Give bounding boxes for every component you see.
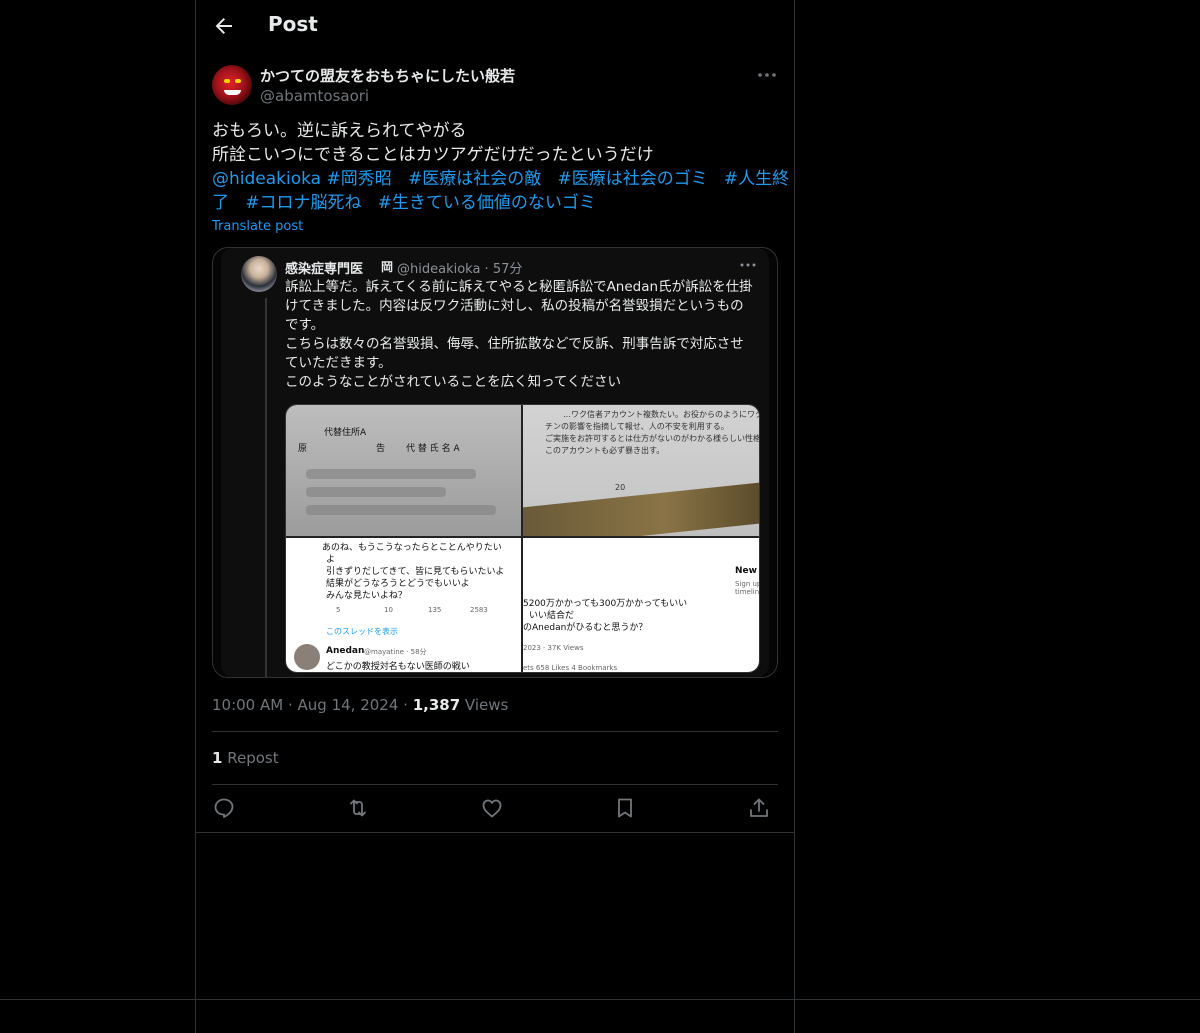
thread-line	[265, 298, 267, 677]
translate-post-link[interactable]: Translate post	[212, 219, 303, 234]
blurred-text	[306, 487, 446, 497]
views-count: 1,387	[412, 696, 461, 714]
media-text: …ワク信者アカウント複数たい。お役からのようにワク	[563, 410, 759, 419]
media-text: @mayatine · 58分	[364, 648, 427, 656]
author-handle[interactable]: @abamtosaori	[260, 87, 369, 105]
media-text: 代 替 氏 名 A	[406, 444, 460, 454]
share-icon	[750, 798, 768, 817]
page-title: Post	[268, 12, 318, 36]
media-text: 10	[384, 606, 393, 614]
media-text: Sign up no	[735, 580, 759, 588]
hashtag-link[interactable]: 了	[212, 193, 229, 213]
quoted-avatar	[241, 256, 277, 292]
divider	[212, 731, 778, 732]
quoted-post[interactable]: 感染症専門医 岡 @hideakioka · 57分 訴訟上等だ。訴えてくる前に…	[212, 247, 778, 678]
more-button[interactable]	[756, 66, 778, 84]
reply-icon	[214, 798, 234, 818]
media-text: timeline!	[735, 588, 759, 596]
quoted-text-line: このようなことがされていることを広く知ってください	[285, 374, 622, 390]
post-timestamp: 10:00 AM · Aug 14, 2024 · 1,387 Views	[212, 696, 509, 714]
media-text: のAnedanがひるむと思うか？	[523, 623, 648, 633]
author-name[interactable]: かつての盟友をおもちゃにしたい般若	[260, 65, 515, 86]
divider	[196, 832, 794, 833]
heart-icon	[482, 799, 502, 818]
primary-column: Post かつての盟友をおもちゃにしたい般若 @abamtosaori おもろい…	[195, 0, 795, 1033]
media-text: Anedan	[326, 646, 365, 656]
media-text: 代替住所A	[324, 428, 367, 438]
hashtag-link[interactable]: #岡秀昭	[327, 169, 392, 189]
repost-count: 1	[212, 749, 223, 767]
media-text: 告	[376, 444, 386, 454]
hashtag-link[interactable]: #医療は社会の敵	[408, 169, 541, 189]
quoted-text-line: 訴訟上等だ。訴えてくる前に訴えてやると秘匿訴訟でAnedan氏が訴訟を仕掛	[285, 279, 753, 295]
media-text: 5	[336, 606, 341, 614]
hashtag-link[interactable]: #コロナ脳死ね	[245, 193, 361, 213]
share-button[interactable]	[747, 796, 771, 820]
quoted-text-line: です。	[285, 317, 325, 333]
repost-stat[interactable]: 1 Repost	[212, 749, 279, 767]
action-bar	[212, 796, 778, 820]
media-text: このアカウントも必ず暴き出す。	[545, 446, 665, 455]
quoted-text-line: こちらは数々の名誉毀損、侮辱、住所拡散などで反訴、刑事告訴で対応させ	[285, 336, 744, 352]
bookmark-icon	[618, 798, 632, 818]
reply-button[interactable]	[212, 796, 236, 820]
views-label: Views	[464, 696, 509, 714]
media-text: 2583	[470, 606, 488, 614]
post-text: おもろい。逆に訴えられてやがる 所詮こいつにできることはカツアゲだけだったという…	[212, 119, 789, 215]
quoted-text: 訴訟上等だ。訴えてくる前に訴えてやると秘匿訴訟でAnedan氏が訴訟を仕掛 けて…	[285, 278, 757, 392]
media-text: New t	[735, 566, 759, 576]
like-button[interactable]	[480, 796, 504, 820]
avatar[interactable]	[212, 65, 252, 105]
media-text: 2023 · 37K Views	[523, 644, 584, 652]
post-time[interactable]: 10:00 AM	[212, 696, 283, 714]
post-text-line: おもろい。逆に訴えられてやがる	[212, 121, 467, 141]
quoted-handle-time: @hideakioka · 57分	[397, 262, 523, 277]
blurred-text	[306, 469, 476, 479]
media-text: あのね、もうこうなったらとことんやりたい	[322, 543, 502, 553]
media-text: 20	[615, 483, 626, 492]
media-text: どこかの教授対名もない医師の戦い	[326, 662, 470, 672]
retweet-button[interactable]	[346, 796, 370, 820]
more-horizontal-icon	[758, 73, 776, 77]
media-tile-tweet: あのね、もうこうなったらとことんやりたい よ 引きずりだしてきて、皆に見てもらい…	[286, 538, 521, 672]
quoted-badge: 岡	[381, 260, 394, 274]
hashtag-link[interactable]: #生きている価値のないゴミ	[378, 193, 596, 213]
post-header: Post	[196, 0, 794, 53]
media-tile-paper: …ワク信者アカウント複数たい。お役からのようにワク チンの影響を指摘して報せ、人…	[523, 405, 759, 536]
divider	[212, 784, 778, 785]
quoted-text-line: ていただきます。	[285, 355, 392, 371]
quoted-more-icon	[739, 258, 757, 272]
repost-label: Repost	[227, 749, 279, 767]
retweet-icon	[350, 799, 366, 817]
media-text: 原	[298, 444, 308, 454]
media-text: みんな見たいよね？	[326, 591, 407, 601]
hashtag-link[interactable]: #人生終	[724, 169, 789, 189]
post-text-line: 所詮こいつにできることはカツアゲだけだったというだけ	[212, 145, 654, 165]
media-tile-tweet-2: 5200万かかっても300万かかってもいい いい結合だ のAnedanがひるむと…	[523, 538, 759, 672]
divider	[0, 999, 1200, 1000]
mention-link[interactable]: @hideakioka	[212, 169, 321, 189]
media-text: このスレッドを表示	[326, 627, 398, 636]
quoted-author-name: 感染症専門医	[285, 262, 364, 277]
quoted-text-line: けてきました。内容は反ワク活動に対し、私の投稿が名誉毀損だというもの	[285, 298, 744, 314]
hashtag-link[interactable]: #医療は社会のゴミ	[557, 169, 707, 189]
back-button[interactable]	[212, 14, 236, 38]
media-text: ご実施をお許可するとは仕方がないのがわかる様らしい性格。	[545, 434, 759, 443]
bookmark-button[interactable]	[613, 796, 637, 820]
quoted-post-screenshot: 感染症専門医 岡 @hideakioka · 57分 訴訟上等だ。訴えてくる前に…	[221, 248, 769, 677]
media-text: チンの影響を指摘して報せ、人の不安を利用する。	[545, 422, 729, 431]
quoted-media-grid: 代替住所A 原 告 代 替 氏 名 A …ワク信者アカウント複数たい。お役からの…	[285, 404, 760, 673]
post-date[interactable]: Aug 14, 2024	[298, 696, 399, 714]
media-tile-document: 代替住所A 原 告 代 替 氏 名 A	[286, 405, 521, 536]
arrow-left-icon	[215, 18, 232, 34]
media-text: ets 658 Likes 4 Bookmarks	[523, 664, 618, 672]
media-text: 135	[428, 606, 442, 614]
blurred-text	[306, 505, 496, 515]
